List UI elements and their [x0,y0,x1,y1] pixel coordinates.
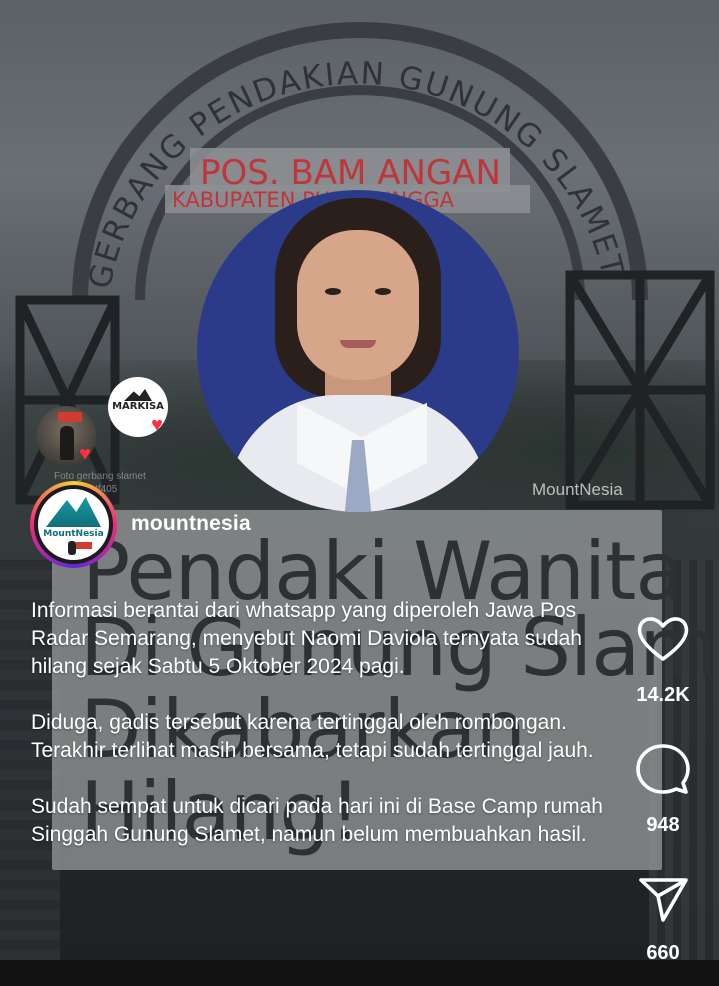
caption-paragraph-1: Informasi berantai dari whatsapp yang di… [31,599,582,678]
heart-icon [637,617,689,661]
caption-paragraph-2: Diduga, gadis tersebut karena tertinggal… [31,711,594,762]
comment-button[interactable]: 948 [628,742,698,836]
share-button[interactable]: 660 [628,874,698,964]
avatar-label: MountNesia [43,529,104,539]
mountain-logo-icon [124,389,152,401]
heart-icon: ♥ [151,414,163,436]
missing-person-photo [197,190,519,512]
like-count: 14.2K [636,684,690,706]
heart-icon: ♥ [79,443,91,465]
comment-count: 948 [646,814,680,836]
like-button[interactable]: 14.2K [628,612,698,706]
mountain-logo-icon [46,497,101,527]
author-username[interactable]: mountnesia [131,512,251,536]
post-caption[interactable]: Informasi berantai dari whatsapp yang di… [31,597,631,877]
author-avatar[interactable]: MountNesia [34,485,113,564]
send-icon [639,878,688,922]
author-avatar-story-ring[interactable]: MountNesia [30,481,117,568]
comment-bubble-icon [636,744,690,794]
bottom-bar [0,960,719,986]
markisa-label: MARKISA [112,401,164,412]
watermark: MountNesia [532,480,623,499]
caption-paragraph-3: Sudah sempat untuk dicari pada hari ini … [31,795,603,846]
